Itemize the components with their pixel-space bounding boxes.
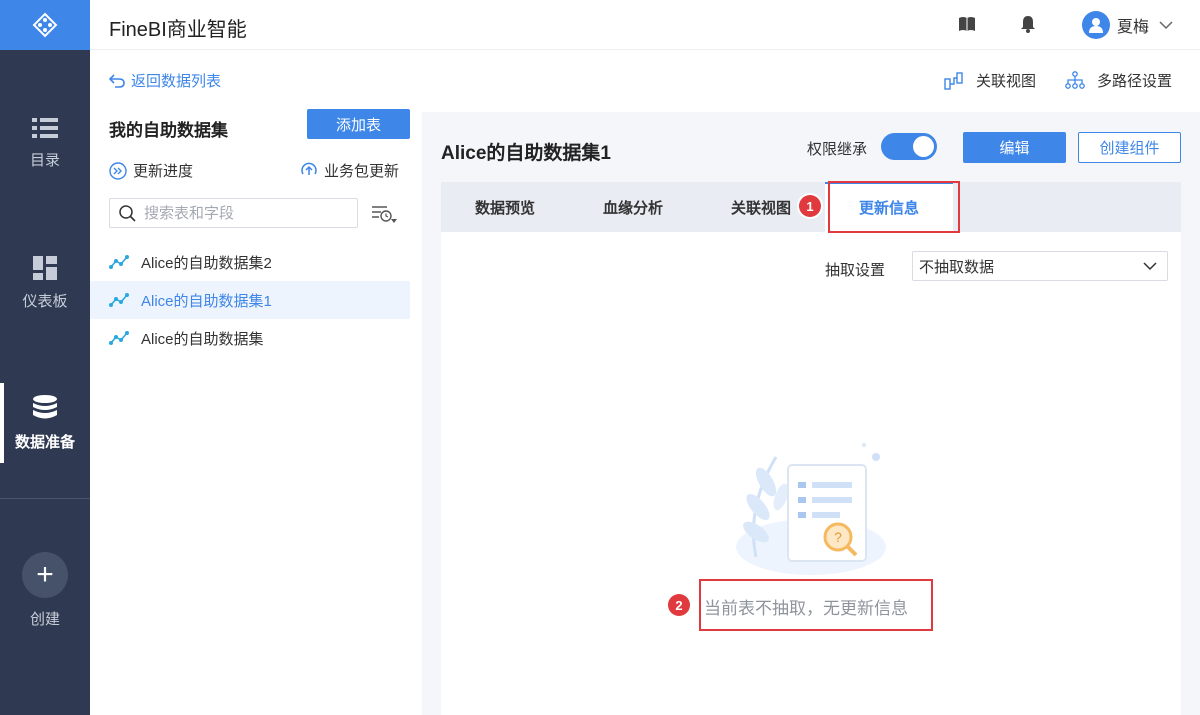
dataset-name: Alice的自助数据集 [141, 330, 264, 348]
list-icon [32, 117, 58, 138]
search-box [109, 198, 358, 228]
annotation-box-2 [699, 579, 933, 631]
annotation-marker-2: 2 [668, 594, 690, 616]
dataset-item[interactable]: Alice的自助数据集2 [90, 243, 410, 281]
tab-data-preview[interactable]: 数据预览 [441, 182, 569, 232]
dashboard-icon [33, 255, 57, 280]
annotation-box-1 [828, 181, 960, 233]
user-menu[interactable]: 夏梅 [1082, 11, 1173, 39]
progress-icon [109, 161, 127, 180]
permission-inherit-label: 权限继承 [807, 141, 868, 158]
back-to-list-link[interactable]: 返回数据列表 [109, 70, 221, 91]
nav-label: 目录 [29, 151, 60, 169]
dataset-name: Alice的自助数据集2 [141, 254, 272, 272]
permission-inherit-toggle[interactable] [881, 133, 937, 160]
search-input[interactable] [144, 204, 344, 222]
app-title: FineBI商业智能 [109, 19, 247, 41]
extract-setting-label: 抽取设置 [825, 262, 886, 279]
user-name: 夏梅 [1117, 19, 1150, 36]
add-table-button[interactable]: 添加表 [307, 109, 410, 139]
dataset-item-selected[interactable]: Alice的自助数据集1 [90, 281, 410, 319]
filter-history-icon[interactable] [371, 204, 397, 224]
dataset-panel: 返回数据列表 我的自助数据集 添加表 更新进度 业务包更新 搜索表和字段 Ali… [90, 50, 422, 715]
nav-divider [0, 498, 90, 499]
logo-icon [32, 12, 58, 38]
svg-text:?: ? [834, 529, 842, 545]
package-update-link[interactable]: 业务包更新 [300, 160, 399, 181]
panel-title: 我的自助数据集 [109, 121, 228, 140]
relation-view-button[interactable]: 关联视图 [944, 70, 1036, 91]
chevron-down-icon [1143, 262, 1157, 271]
refresh-upload-icon [301, 162, 317, 175]
multipath-settings-button[interactable]: 多路径设置 [1065, 70, 1172, 91]
database-icon [33, 394, 57, 418]
back-arrow-icon [109, 73, 125, 88]
update-info-panel: 抽取设置 不抽取数据 ? 当前表不抽取，无更新信息 [441, 232, 1181, 715]
hierarchy-icon [1065, 71, 1085, 89]
empty-state-illustration: ? [736, 443, 886, 575]
extract-setting-value: 不抽取数据 [919, 258, 995, 276]
top-header: FineBI商业智能 夏梅 [90, 0, 1200, 50]
tab-lineage[interactable]: 血缘分析 [569, 182, 697, 232]
dataset-icon [109, 255, 129, 269]
nav-item-create[interactable]: + 创建 [0, 540, 90, 640]
update-progress-link[interactable]: 更新进度 [109, 160, 193, 181]
book-icon[interactable] [958, 15, 976, 33]
nav-item-catalog[interactable]: 目录 [0, 103, 90, 183]
user-icon [1089, 18, 1103, 33]
create-component-button[interactable]: 创建组件 [1078, 132, 1181, 163]
dataset-icon [109, 293, 129, 307]
search-icon [119, 204, 136, 222]
nav-label: 创建 [29, 610, 60, 628]
dataset-item[interactable]: Alice的自助数据集 [90, 319, 410, 357]
relation-icon [944, 71, 963, 90]
app-logo[interactable] [0, 0, 90, 50]
nav-label: 仪表板 [22, 292, 68, 310]
multipath-settings-label: 多路径设置 [1097, 73, 1173, 90]
toggle-knob [913, 136, 934, 157]
back-link-label: 返回数据列表 [131, 73, 222, 90]
relation-view-label: 关联视图 [976, 73, 1037, 90]
bell-icon[interactable] [1020, 15, 1036, 33]
plus-icon: + [22, 551, 68, 598]
avatar [1082, 11, 1110, 39]
sub-header: 关联视图 多路径设置 [422, 50, 1200, 112]
update-progress-label: 更新进度 [133, 163, 194, 180]
extract-setting-select[interactable]: 不抽取数据 [912, 251, 1168, 281]
dataset-title: Alice的自助数据集1 [441, 143, 611, 164]
edit-button[interactable]: 编辑 [963, 132, 1066, 163]
left-nav: 目录 仪表板 数据准备 + 创建 [0, 0, 90, 715]
nav-label: 数据准备 [14, 433, 75, 451]
annotation-marker-1: 1 [799, 195, 821, 217]
nav-item-data-prep[interactable]: 数据准备 [0, 383, 90, 463]
chevron-down-icon [1159, 20, 1173, 29]
dataset-name: Alice的自助数据集1 [141, 292, 272, 310]
nav-item-dashboard[interactable]: 仪表板 [0, 243, 90, 323]
package-update-label: 业务包更新 [324, 163, 400, 180]
dataset-icon [109, 331, 129, 345]
